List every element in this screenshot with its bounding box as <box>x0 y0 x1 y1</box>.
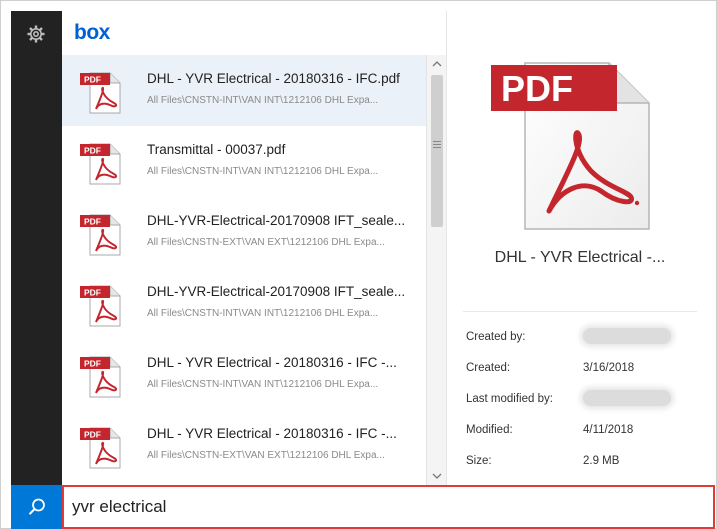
pdf-badge-text: PDF <box>501 68 573 109</box>
meta-label: Size: <box>466 455 492 467</box>
redacted-value <box>583 390 671 406</box>
pdf-file-icon <box>79 427 121 469</box>
pdf-file-icon <box>79 356 121 398</box>
gear-icon[interactable] <box>26 24 46 44</box>
file-path: All Files\CNSTN-INT\VAN INT\1212106 DHL … <box>147 379 379 390</box>
results-scrollbar[interactable] <box>426 55 446 485</box>
search-icon <box>28 498 45 515</box>
results-list: DHL - YVR Electrical - 20180316 - IFC.pd… <box>62 55 426 485</box>
file-name: DHL - YVR Electrical - 20180316 - IFC -.… <box>147 355 397 370</box>
meta-value: 4/11/2018 <box>583 424 634 436</box>
list-item[interactable]: Transmittal - 00037.pdf All Files\CNSTN-… <box>62 126 426 197</box>
scrollbar-thumb[interactable] <box>431 75 443 227</box>
header: box <box>62 11 446 55</box>
scrollbar-grip-icon <box>433 141 441 148</box>
file-name: DHL-YVR-Electrical-20170908 IFT_seale... <box>147 284 406 299</box>
file-name: DHL - YVR Electrical - 20180316 - IFC.pd… <box>147 71 400 86</box>
list-item[interactable]: DHL - YVR Electrical - 20180316 - IFC -.… <box>62 339 426 410</box>
meta-size: Size: 2.9 MB <box>466 455 706 475</box>
file-name: DHL-YVR-Electrical-20170908 IFT_seale... <box>147 213 406 228</box>
list-item[interactable]: DHL - YVR Electrical - 20180316 - IFC -.… <box>62 410 426 481</box>
pdf-file-icon <box>79 214 121 256</box>
meta-created-by: Created by: <box>466 328 706 351</box>
file-name: DHL - YVR Electrical - 20180316 - IFC -.… <box>147 426 397 441</box>
file-path: All Files\CNSTN-INT\VAN INT\1212106 DHL … <box>147 166 379 177</box>
pdf-file-icon <box>79 285 121 327</box>
file-path: All Files\CNSTN-INT\VAN INT\1212106 DHL … <box>147 308 379 319</box>
file-path: All Files\CNSTN-EXT\VAN EXT\1212106 DHL … <box>147 450 385 461</box>
file-path: All Files\CNSTN-INT\VAN INT\1212106 DHL … <box>147 95 379 106</box>
pdf-file-icon <box>79 143 121 185</box>
file-name: Transmittal - 00037.pdf <box>147 142 286 157</box>
sidebar <box>11 11 62 485</box>
preview-pane: PDF DHL - YVR Electrical -... Created by… <box>447 11 713 485</box>
pdf-file-icon <box>79 72 121 114</box>
search-bar <box>11 485 717 529</box>
search-input[interactable] <box>62 485 715 529</box>
redacted-value <box>583 328 671 344</box>
list-item[interactable]: DHL-YVR-Electrical-20170908 IFT_seale...… <box>62 268 426 339</box>
preview-file-title: DHL - YVR Electrical -... <box>494 249 666 266</box>
scroll-up-arrow-icon[interactable] <box>427 55 447 73</box>
meta-last-modified-by: Last modified by: <box>466 390 706 413</box>
list-item[interactable]: DHL - YVR Electrical - 20180316 - IFC.pd… <box>62 55 426 126</box>
list-item[interactable]: DHL-YVR-Electrical-20170908 IFT_seale...… <box>62 197 426 268</box>
meta-label: Created: <box>466 362 511 374</box>
meta-value: 3/16/2018 <box>583 362 635 374</box>
meta-created: Created: 3/16/2018 <box>466 362 706 382</box>
meta-label: Modified: <box>466 424 513 436</box>
file-path: All Files\CNSTN-EXT\VAN EXT\1212106 DHL … <box>147 237 385 248</box>
search-button[interactable] <box>11 485 62 529</box>
scroll-down-arrow-icon[interactable] <box>427 467 447 485</box>
preview-separator <box>463 311 697 312</box>
box-logo: box <box>74 21 110 44</box>
meta-value: 2.9 MB <box>583 455 620 467</box>
pdf-preview-icon: PDF <box>491 62 650 230</box>
meta-label: Last modified by: <box>466 393 553 405</box>
meta-label: Created by: <box>466 331 526 343</box>
meta-modified: Modified: 4/11/2018 <box>466 424 706 444</box>
